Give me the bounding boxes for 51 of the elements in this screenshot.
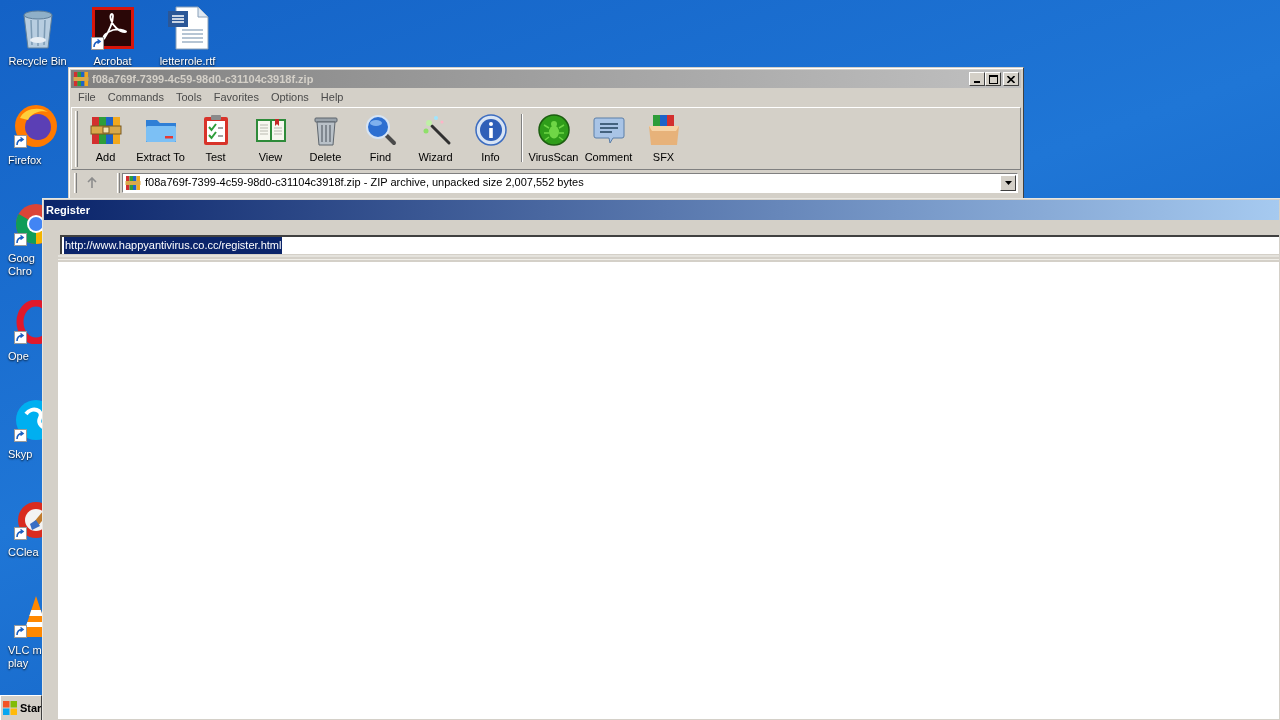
box-icon	[647, 114, 680, 146]
document-icon[interactable]	[165, 6, 210, 50]
icon-label[interactable]: Firefox	[0, 154, 42, 167]
toolbar-button[interactable]: Find	[353, 108, 408, 166]
maximize-button[interactable]	[985, 72, 1001, 86]
toolbar-button[interactable]: SFX	[636, 108, 691, 166]
icon-label[interactable]: CClea	[0, 546, 39, 559]
menu-item[interactable]: Favorites	[207, 89, 265, 106]
maximize-icon	[988, 74, 998, 84]
toolbar-button[interactable]: Add	[78, 108, 133, 166]
minimize-button[interactable]	[969, 72, 985, 86]
icon-label[interactable]: Goog Chro	[0, 252, 35, 278]
info-icon	[474, 114, 507, 146]
address-combo[interactable]: f08a769f-7399-4c59-98d0-c31104c3918f.zip - ZIP archive, unpacked size 2,007,552 bytes	[122, 172, 1018, 193]
bug-icon	[537, 114, 570, 146]
toolbar-button[interactable]: Wizard	[408, 108, 463, 166]
menu-item[interactable]: Tools	[170, 89, 208, 106]
start-button[interactable]: Star	[0, 695, 42, 720]
dropdown-button[interactable]	[1000, 174, 1016, 191]
icon-label[interactable]: Recycle Bin	[8, 55, 67, 68]
icon-label[interactable]: letterrole.rtf	[159, 55, 216, 68]
menu-item[interactable]: Help	[314, 89, 350, 106]
close-button[interactable]	[1003, 72, 1019, 86]
speech-bubble-icon	[592, 114, 625, 146]
globe-icon[interactable]	[14, 104, 58, 148]
menu-item[interactable]: File	[72, 89, 102, 106]
url-field[interactable]: http://www.happyantivirus.co.cc/register.html	[60, 235, 1279, 254]
toolbar-button[interactable]: Delete	[298, 108, 353, 166]
icon-label[interactable]: VLC m play	[0, 644, 42, 670]
archive-icon	[73, 71, 89, 87]
app-tile-icon[interactable]	[90, 6, 135, 50]
search-icon	[364, 114, 397, 146]
up-arrow-icon	[87, 176, 97, 189]
book-stack-icon	[89, 114, 122, 146]
close-icon	[1007, 75, 1015, 83]
toolbar-button[interactable]: Comment	[581, 108, 636, 166]
menu-item[interactable]: Commands	[101, 89, 170, 106]
icon-label[interactable]: Skyp	[0, 448, 33, 461]
toolbar-button[interactable]: Test	[188, 108, 243, 166]
icon-label[interactable]: Ope	[0, 350, 29, 363]
toolbar-button[interactable]: Info	[463, 108, 518, 166]
icon-label[interactable]: Acrobat	[93, 55, 132, 68]
window-title: f08a769f-7399-4c59-98d0-c31104c3918f.zip	[92, 71, 314, 87]
caret-icon	[1004, 180, 1012, 185]
window-title: Register	[46, 203, 91, 218]
toolbar-button[interactable]: View	[243, 108, 298, 166]
flag-icon	[3, 701, 17, 715]
archive-icon	[125, 174, 141, 191]
menu-item[interactable]: Options	[264, 89, 315, 106]
toolbar-button[interactable]: Extract To	[133, 108, 188, 166]
toolbar-button[interactable]: VirusScan	[526, 108, 581, 166]
